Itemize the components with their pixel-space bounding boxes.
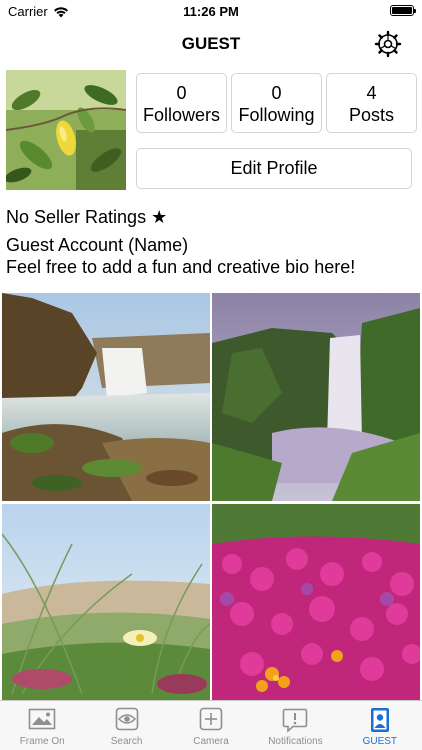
post-tile[interactable] xyxy=(212,293,420,501)
gear-icon xyxy=(374,30,402,58)
tab-frame-on[interactable]: Frame On xyxy=(0,701,84,750)
edit-profile-button[interactable]: Edit Profile xyxy=(136,148,412,189)
following-stat[interactable]: 0 Following xyxy=(231,73,322,133)
nav-bar: GUEST xyxy=(0,22,422,66)
posts-label: Posts xyxy=(348,105,395,125)
tab-label-guest: GUEST xyxy=(362,736,398,747)
post-tile[interactable] xyxy=(212,504,420,700)
eye-icon xyxy=(115,707,138,731)
tab-search[interactable]: Search xyxy=(84,701,168,750)
posts-count: 4 xyxy=(366,83,377,103)
profile-icon xyxy=(370,708,389,732)
post-tile[interactable] xyxy=(2,293,210,501)
tab-guest[interactable]: GUEST xyxy=(338,701,422,750)
dune-grass-flower-photo xyxy=(2,504,210,700)
following-label: Following xyxy=(238,105,315,125)
profile-name: Guest Account (Name) xyxy=(6,235,189,255)
followers-label: Followers xyxy=(142,105,221,125)
status-time: 11:26 PM xyxy=(183,4,239,19)
avatar[interactable] xyxy=(6,70,126,190)
battery-icon xyxy=(390,5,416,16)
profile-bio: Feel free to add a fun and creative bio … xyxy=(6,257,356,277)
posts-stat[interactable]: 4 Posts xyxy=(326,73,417,133)
post-tile[interactable] xyxy=(2,504,210,700)
followers-stat[interactable]: 0 Followers xyxy=(136,73,227,133)
photo-icon xyxy=(28,708,56,730)
tab-camera[interactable]: Camera xyxy=(169,701,253,750)
lemon-tree-photo xyxy=(6,70,126,190)
followers-count: 0 xyxy=(176,83,187,103)
tab-notifications[interactable]: Notifications xyxy=(253,701,337,750)
tab-label-frame-on: Frame On xyxy=(19,736,65,747)
following-count: 0 xyxy=(271,83,282,103)
settings-button[interactable] xyxy=(374,30,402,58)
status-bar: Carrier 11:26 PM xyxy=(0,0,422,22)
page-title: GUEST xyxy=(181,34,241,53)
plus-box-icon xyxy=(199,707,223,731)
tab-bar: Frame On Search Camera Notifications GUE… xyxy=(0,700,422,750)
magenta-flower-field-photo xyxy=(212,504,420,700)
tab-label-camera: Camera xyxy=(193,736,229,747)
waterfall-green-cliffs-photo xyxy=(212,293,420,501)
tab-label-search: Search xyxy=(110,736,143,747)
seller-ratings: No Seller Ratings ★ xyxy=(6,207,168,227)
waterfall-canyon-photo xyxy=(2,293,210,501)
alert-bubble-icon xyxy=(283,708,308,733)
tab-label-notifications: Notifications xyxy=(268,736,323,747)
